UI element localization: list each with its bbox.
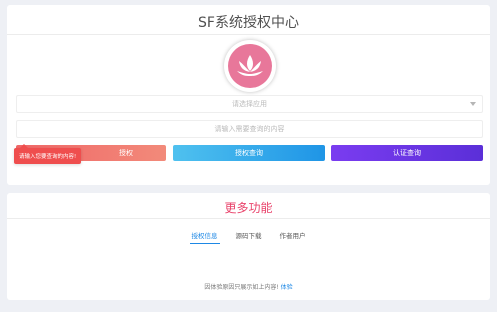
- query-input-placeholder: 请输入需要查询的内容: [214, 125, 285, 133]
- verify-query-button[interactable]: 认证查询: [331, 145, 483, 161]
- verify-query-button-label: 认证查询: [393, 149, 421, 157]
- page-title: SF系统授权中心: [198, 15, 299, 31]
- auth-card: SF系统授权中心 请选择应用 请输入需要查询的内容 授权 授权查询 认证查询 请…: [7, 5, 490, 185]
- more-features-card: 更多功能 授权信息 源码下载 作者用户 因体验原因只展示如上内容! 体验: [7, 193, 490, 300]
- notice-text: 因体验原因只展示如上内容!: [204, 284, 279, 291]
- feature-tabs: 授权信息 源码下载 作者用户: [7, 230, 490, 244]
- app-select[interactable]: 请选择应用: [16, 95, 483, 113]
- logo-badge: [228, 44, 272, 88]
- more-features-title: 更多功能: [224, 201, 273, 215]
- validation-tooltip: 请输入您要查询的内容!: [14, 144, 82, 164]
- logo: [224, 40, 276, 92]
- title-divider: [7, 34, 490, 35]
- auth-query-button[interactable]: 授权查询: [173, 145, 325, 161]
- auth-button-label: 授权: [119, 149, 133, 157]
- more-divider: [7, 218, 490, 219]
- app-select-placeholder: 请选择应用: [232, 100, 267, 108]
- notice-link[interactable]: 体验: [281, 284, 293, 291]
- tab-source-download[interactable]: 源码下载: [234, 230, 264, 244]
- chevron-down-icon[interactable]: [470, 102, 476, 106]
- auth-query-button-label: 授权查询: [235, 149, 263, 157]
- tab-auth-info[interactable]: 授权信息: [189, 230, 220, 244]
- query-input[interactable]: 请输入需要查询的内容: [16, 120, 483, 138]
- notice: 因体验原因只展示如上内容! 体验: [7, 282, 490, 291]
- tab-author-user[interactable]: 作者用户: [278, 230, 308, 244]
- lotus-icon: [237, 55, 263, 76]
